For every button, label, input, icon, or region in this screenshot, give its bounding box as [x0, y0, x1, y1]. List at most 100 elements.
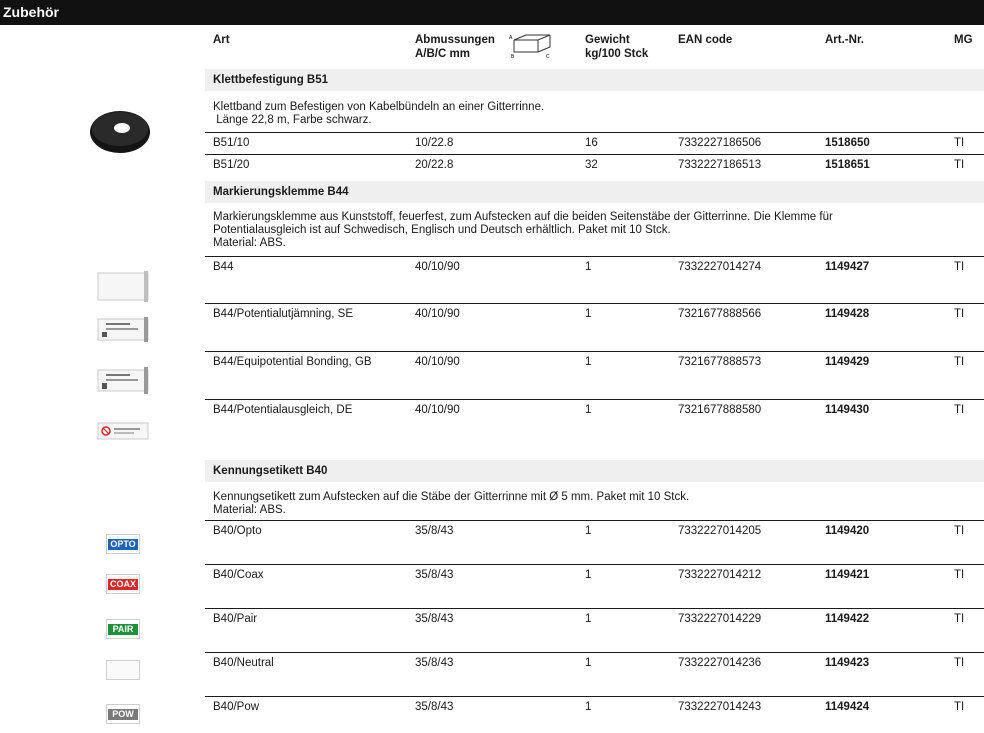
cell-mg: TI — [954, 701, 965, 713]
page-header-bar: Zubehör — [0, 0, 984, 25]
col-header-weight-unit: kg/100 Stck — [585, 48, 649, 60]
cell-mg: TI — [954, 525, 965, 537]
cell-artnr: 1518651 — [825, 159, 870, 171]
dim-label-b: B — [511, 54, 515, 60]
description-line: Potentialausgleich ist auf Schwedisch, E… — [213, 224, 671, 236]
cell-weight: 16 — [585, 137, 598, 149]
cell-weight: 1 — [585, 525, 592, 537]
cell-art: B44/Potentialutjämning, SE — [213, 308, 354, 320]
cell-mg: TI — [954, 613, 965, 625]
table-header: Art Abmussungen A/B/C mm Gewicht kg/100 … — [205, 33, 984, 73]
cell-mg: TI — [954, 308, 965, 320]
cell-ean: 7332227014274 — [678, 261, 762, 273]
cell-ean: 7332227186513 — [678, 159, 762, 171]
cell-weight: 1 — [585, 701, 592, 713]
cell-mg: TI — [954, 404, 965, 416]
cell-ean: 7321677888566 — [678, 308, 762, 320]
row-divider — [205, 303, 984, 304]
section-header-b40: Kennungsetikett B40 — [205, 460, 984, 482]
cell-dims: 40/10/90 — [415, 308, 460, 320]
col-header-dims-unit: A/B/C mm — [415, 48, 470, 60]
row-divider — [205, 564, 984, 565]
cell-mg: TI — [954, 159, 965, 171]
cell-ean: 7332227014236 — [678, 657, 762, 669]
marking-clip-gb-image — [97, 367, 149, 394]
description-line: Kennungsetikett zum Aufstecken auf die S… — [213, 491, 690, 503]
dim-label-c: C — [546, 54, 550, 60]
label-neutral-image — [106, 660, 140, 680]
section-title: Klettbefestigung B51 — [213, 74, 329, 86]
section-description-b51: Klettband zum Befestigen von Kabelbündel… — [213, 101, 983, 127]
row-divider — [205, 154, 984, 155]
row-divider — [205, 608, 984, 609]
cell-ean: 7321677888580 — [678, 404, 762, 416]
cell-art: B44 — [213, 261, 234, 273]
row-divider — [205, 652, 984, 653]
section-title: Markierungsklemme B44 — [213, 186, 349, 198]
cell-weight: 1 — [585, 404, 592, 416]
col-header-artnr: Art.-Nr. — [825, 34, 864, 46]
description-line: Klettband zum Befestigen von Kabelbündel… — [213, 101, 545, 113]
section-description-b40: Kennungsetikett zum Aufstecken auf die S… — [213, 491, 983, 517]
cell-dims: 40/10/90 — [415, 356, 460, 368]
row-divider — [205, 132, 984, 133]
cell-weight: 32 — [585, 159, 598, 171]
cell-ean: 7332227014229 — [678, 613, 762, 625]
cell-weight: 1 — [585, 308, 592, 320]
cell-artnr: 1149421 — [825, 569, 870, 581]
section-header-b51: Klettbefestigung B51 — [205, 69, 984, 91]
cell-artnr: 1149423 — [825, 657, 870, 669]
cell-dims: 35/8/43 — [415, 613, 454, 625]
cell-artnr: 1149420 — [825, 525, 870, 537]
cell-weight: 1 — [585, 613, 592, 625]
row-divider — [205, 351, 984, 352]
cell-ean: 7332227014212 — [678, 569, 762, 581]
cell-ean: 7332227014243 — [678, 701, 762, 713]
label-opto-image: OPTO — [106, 534, 140, 554]
description-line: Länge 22,8 m, Farbe schwarz. — [213, 114, 372, 126]
col-header-dims: Abmussungen — [415, 34, 495, 46]
cell-dims: 40/10/90 — [415, 404, 460, 416]
cell-mg: TI — [954, 261, 965, 273]
cell-dims: 35/8/43 — [415, 657, 454, 669]
cell-weight: 1 — [585, 569, 592, 581]
dim-label-a: A — [509, 35, 513, 41]
cell-artnr: 1149428 — [825, 308, 870, 320]
row-divider — [205, 696, 984, 697]
col-header-mg: MG — [954, 34, 973, 46]
cell-mg: TI — [954, 356, 965, 368]
section-title: Kennungsetikett B40 — [213, 465, 328, 477]
label-pow-image: POW — [106, 704, 140, 724]
cell-dims: 35/8/43 — [415, 569, 454, 581]
cell-artnr: 1518650 — [825, 137, 870, 149]
cell-artnr: 1149427 — [825, 261, 870, 273]
marking-clip-se-image — [97, 317, 149, 342]
cell-art: B44/Equipotential Bonding, GB — [213, 356, 372, 368]
label-pow-text: POW — [108, 709, 138, 720]
page-title: Zubehör — [3, 4, 59, 20]
cell-artnr: 1149429 — [825, 356, 870, 368]
cell-ean: 7332227014205 — [678, 525, 762, 537]
cell-art: B51/20 — [213, 159, 250, 171]
cell-weight: 1 — [585, 356, 592, 368]
cell-mg: TI — [954, 569, 965, 581]
cell-weight: 1 — [585, 657, 592, 669]
cell-artnr: 1149422 — [825, 613, 870, 625]
label-pair-image: PAIR — [106, 619, 140, 639]
label-pair-text: PAIR — [108, 624, 138, 635]
cell-dims: 35/8/43 — [415, 701, 454, 713]
marking-clip-de-image — [97, 422, 149, 440]
description-line: Material: ABS. — [213, 237, 286, 249]
dimensions-box-icon: A B C — [509, 34, 551, 60]
cell-dims: 40/10/90 — [415, 261, 460, 273]
cell-art: B40/Neutral — [213, 657, 274, 669]
cell-art: B40/Opto — [213, 525, 262, 537]
col-header-art: Art — [213, 34, 230, 46]
description-line: Material: ABS. — [213, 504, 286, 516]
velcro-roll-image — [90, 111, 150, 153]
cell-dims: 35/8/43 — [415, 525, 454, 537]
col-header-weight: Gewicht — [585, 34, 630, 46]
row-divider — [205, 520, 984, 521]
section-description-b44: Markierungsklemme aus Kunststoff, feuerf… — [213, 211, 983, 250]
label-opto-text: OPTO — [108, 539, 138, 550]
